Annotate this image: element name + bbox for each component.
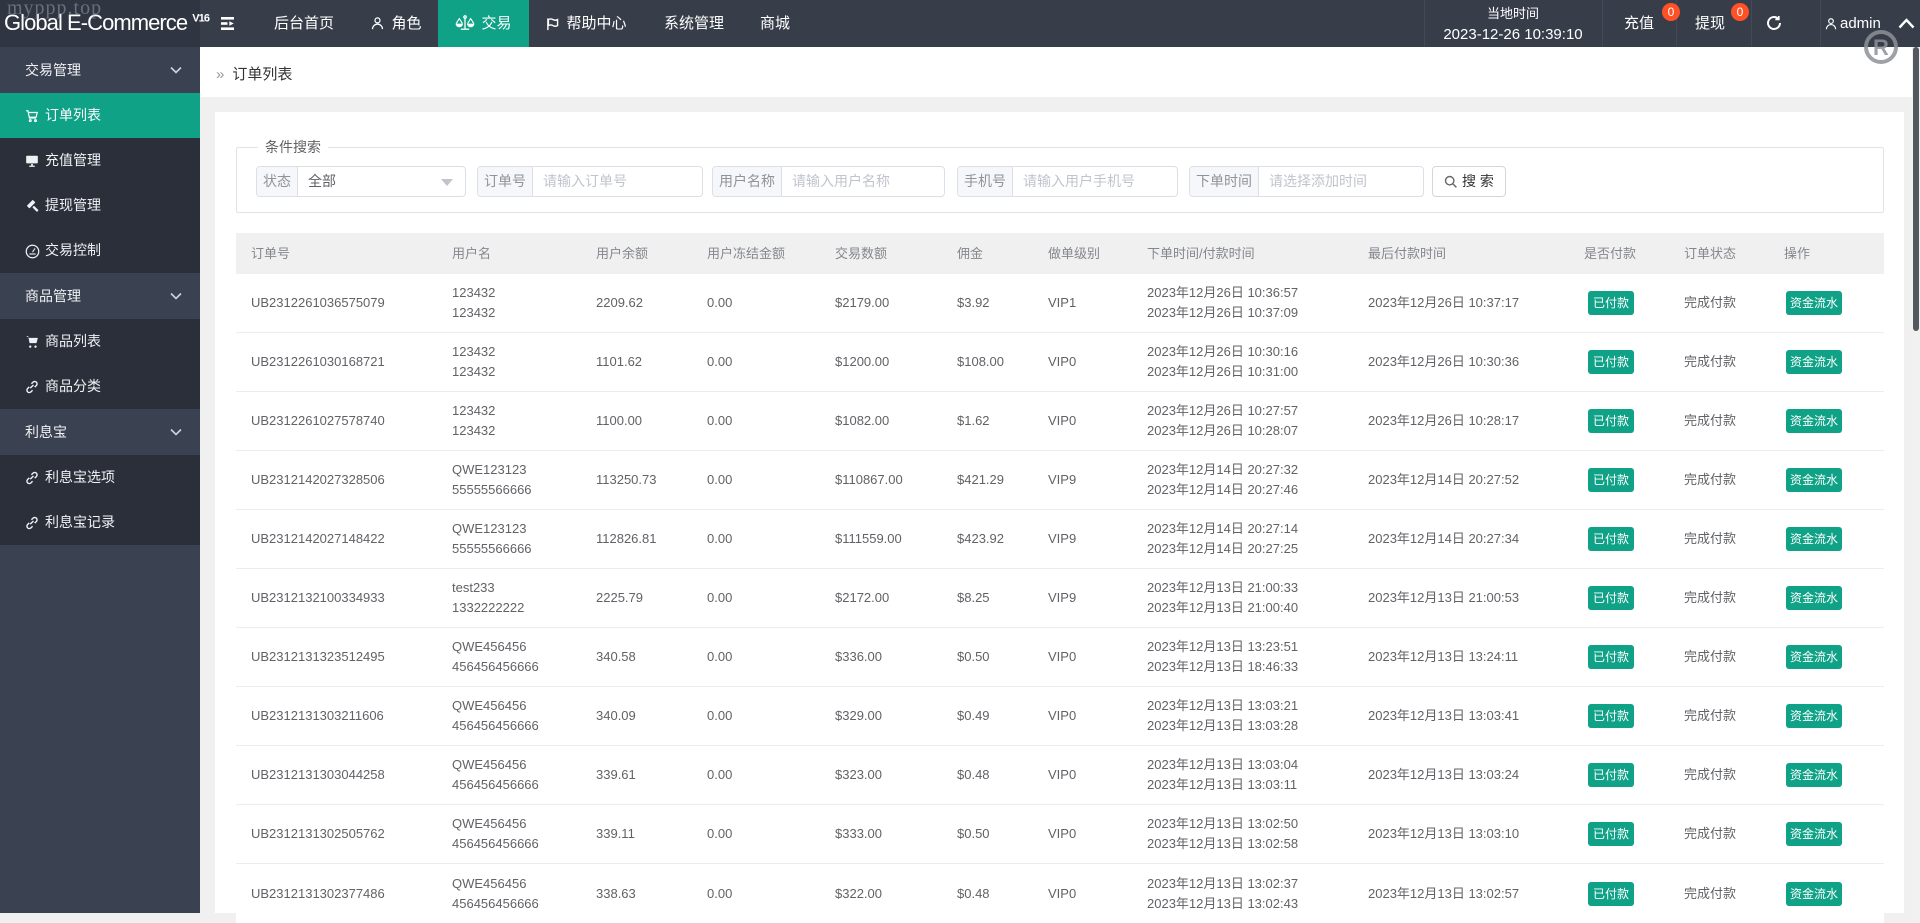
svg-text:R: R: [1873, 35, 1889, 60]
